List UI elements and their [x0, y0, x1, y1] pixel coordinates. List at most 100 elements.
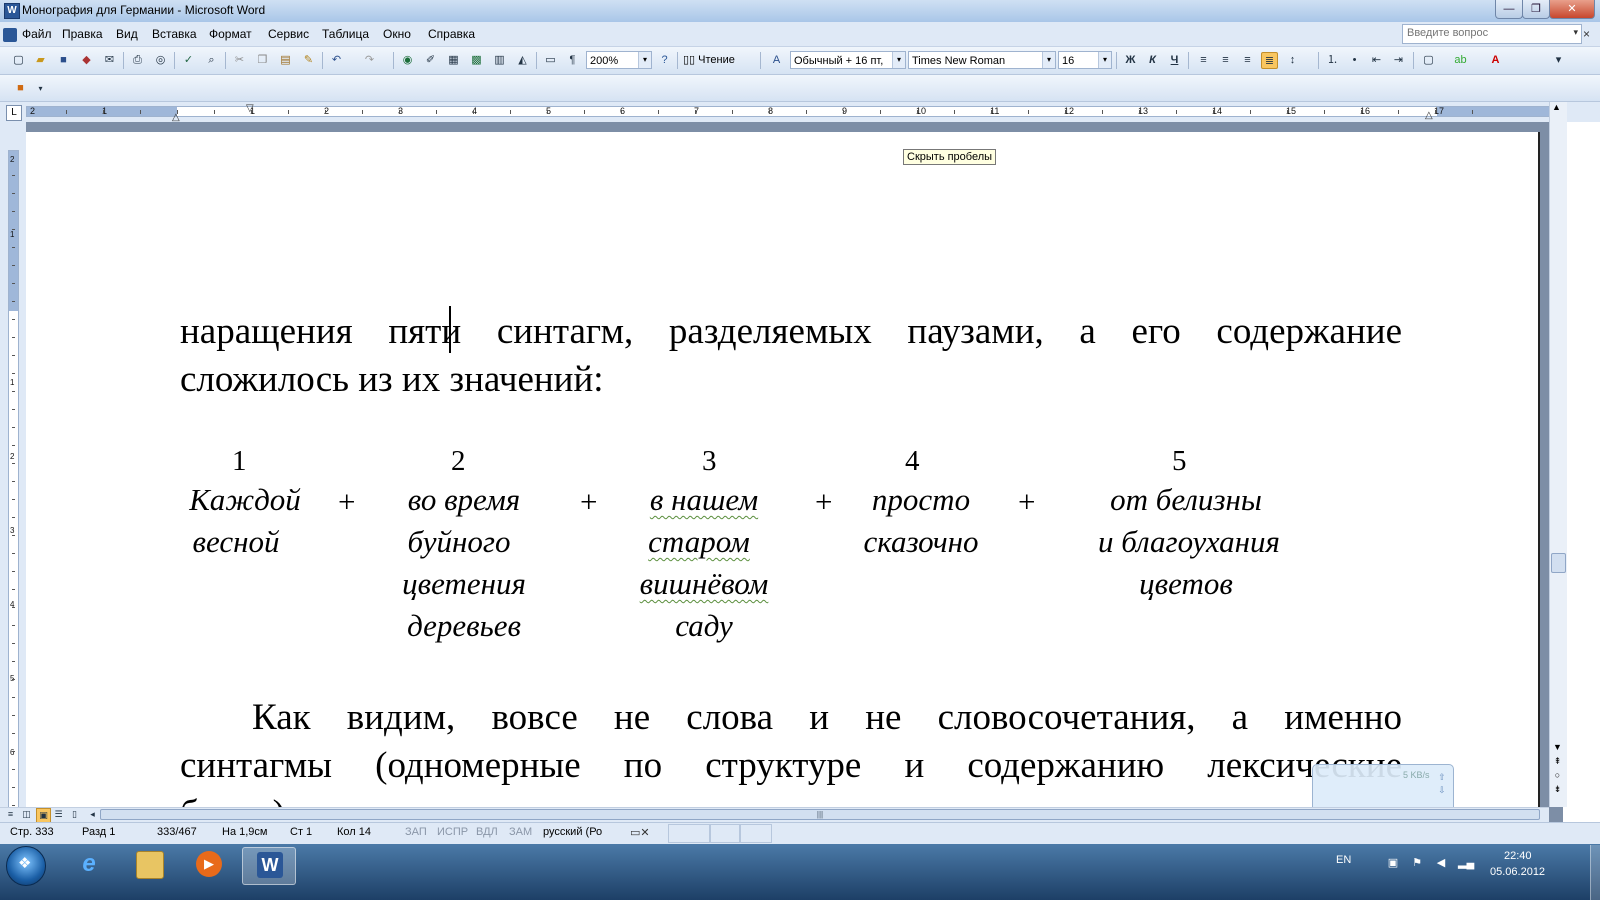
toolbar-options-icon[interactable]: ▾	[1550, 52, 1567, 69]
browse-object-icon[interactable]: ○	[1551, 768, 1564, 782]
status-overtype[interactable]: ЗАМ	[509, 826, 532, 838]
menu-file[interactable]: Файл	[22, 27, 52, 41]
menu-window[interactable]: Окно	[383, 27, 411, 41]
clock-time[interactable]: 22:40	[1504, 850, 1532, 862]
insert-excel-icon[interactable]: ▩	[468, 52, 485, 69]
line-spacing-icon[interactable]: ↕	[1284, 52, 1301, 69]
menu-table[interactable]: Таблица	[322, 27, 369, 41]
paragraph-2-line-3[interactable]: блоки)	[180, 790, 480, 807]
redo-icon[interactable]: ↷	[361, 52, 378, 69]
network-signal-icon[interactable]: ▂▄	[1458, 856, 1474, 870]
menu-help[interactable]: Справка	[428, 27, 475, 41]
format-painter-icon[interactable]: ✎	[300, 52, 317, 69]
highlight-icon[interactable]: ab	[1452, 52, 1469, 69]
vertical-scrollbar[interactable]: ▲	[1549, 102, 1567, 807]
copy-icon[interactable]: ❐	[254, 52, 271, 69]
scroll-up-icon[interactable]: ▲	[1552, 102, 1561, 112]
menu-tools[interactable]: Сервис	[268, 27, 309, 41]
print-preview-icon[interactable]: ◎	[152, 52, 169, 69]
research-icon[interactable]: ⌕	[203, 52, 220, 69]
spelling-status-icon[interactable]: ▭✕	[630, 826, 650, 839]
internet-explorer-taskbar-button[interactable]: e	[62, 847, 114, 883]
paragraph-2-line-2[interactable]: синтагмы (одномерные по структуре и соде…	[180, 742, 1402, 790]
align-right-icon[interactable]: ≡	[1239, 52, 1256, 69]
paragraph-1-line-1[interactable]: наращения пяти синтагм, разделяемых пауз…	[180, 308, 1402, 356]
paste-icon[interactable]: ▤	[277, 52, 294, 69]
addin-icon[interactable]: ■	[12, 80, 29, 97]
print-layout-icon[interactable]: ▣	[36, 808, 51, 823]
menu-view[interactable]: Вид	[116, 27, 138, 41]
toolbar-options-icon[interactable]: ▾	[32, 80, 49, 97]
menu-format[interactable]: Формат	[209, 27, 252, 41]
hyperlink-icon[interactable]: ◉	[399, 52, 416, 69]
font-size-select[interactable]: 16 ▾	[1058, 51, 1112, 69]
font-select[interactable]: Times New Roman ▾	[908, 51, 1056, 69]
maximize-button[interactable]: ❐	[1522, 0, 1550, 19]
device-icon[interactable]: ▣	[1386, 856, 1400, 870]
word-icon[interactable]: W	[4, 3, 20, 19]
email-icon[interactable]: ✉	[101, 52, 118, 69]
menu-insert[interactable]: Вставка	[152, 27, 197, 41]
menu-edit[interactable]: Правка	[62, 27, 103, 41]
reading-mode-button[interactable]: ▯▯ Чтение	[683, 53, 735, 66]
align-center-icon[interactable]: ≡	[1217, 52, 1234, 69]
spelling-flagged-text[interactable]: вишнёвом	[640, 566, 769, 601]
cut-icon[interactable]: ✂	[231, 52, 248, 69]
close-button[interactable]: ✕	[1549, 0, 1595, 19]
styles-pane-icon[interactable]: A	[768, 52, 785, 69]
chevron-down-icon[interactable]: ▾	[1573, 27, 1578, 38]
help-question-box[interactable]: ▾	[1402, 24, 1582, 44]
ruler-track[interactable]	[26, 106, 1563, 117]
language-indicator[interactable]: EN	[1336, 854, 1351, 866]
save-icon[interactable]: ■	[55, 52, 72, 69]
justify-icon[interactable]: ≣	[1261, 52, 1278, 69]
clock-date[interactable]: 05.06.2012	[1490, 866, 1545, 878]
next-page-icon[interactable]: ⇟	[1551, 782, 1564, 796]
paragraph-2-line-1[interactable]: Как видим, вовсе не слова и не словосоче…	[180, 694, 1402, 742]
font-color-icon[interactable]: A	[1487, 52, 1504, 69]
spelling-icon[interactable]: ✓	[180, 52, 197, 69]
minimize-button[interactable]: —	[1495, 0, 1523, 19]
increase-indent-icon[interactable]: ⇥	[1390, 52, 1407, 69]
tables-borders-icon[interactable]: ✐	[422, 52, 439, 69]
new-document-icon[interactable]: ▢	[10, 52, 27, 69]
drawing-icon[interactable]: ◭	[514, 52, 531, 69]
decrease-indent-icon[interactable]: ⇤	[1368, 52, 1385, 69]
horizontal-scrollbar-thumb[interactable]: |||	[100, 809, 1540, 820]
word-taskbar-button[interactable]: W	[242, 847, 296, 885]
scroll-left-icon[interactable]: ◂	[86, 808, 99, 821]
document-map-icon[interactable]: ▭	[542, 52, 559, 69]
align-left-icon[interactable]: ≡	[1195, 52, 1212, 69]
style-select[interactable]: Обычный + 16 пт, ▾	[790, 51, 906, 69]
web-view-icon[interactable]: ◫	[20, 808, 33, 821]
tab-selector[interactable]: L	[6, 105, 22, 121]
action-center-flag-icon[interactable]: ⚑	[1410, 856, 1424, 870]
bold-button[interactable]: Ж	[1122, 52, 1139, 69]
explorer-taskbar-button[interactable]	[122, 847, 174, 883]
vertical-scrollbar-thumb[interactable]	[1551, 553, 1566, 573]
italic-button[interactable]: К	[1144, 52, 1161, 69]
help-question-input[interactable]	[1403, 25, 1569, 41]
chevron-down-icon[interactable]: ▾	[638, 52, 651, 68]
chevron-down-icon[interactable]: ▾	[1098, 52, 1111, 68]
permission-icon[interactable]: ◆	[78, 52, 95, 69]
status-language[interactable]: русский (Ро	[543, 826, 602, 838]
underline-button[interactable]: Ч	[1166, 52, 1183, 69]
volume-icon[interactable]: ◀	[1434, 856, 1448, 870]
page-gap[interactable]	[26, 122, 1538, 132]
start-button[interactable]: ❖	[6, 846, 46, 886]
scroll-down-icon[interactable]: ▼	[1551, 740, 1564, 754]
browse-object-controls[interactable]: ▼ ⇞ ○ ⇟	[1551, 740, 1564, 796]
borders-icon[interactable]: ▢	[1420, 52, 1437, 69]
bullets-icon[interactable]: •	[1346, 52, 1363, 69]
close-document-button[interactable]: ×	[1583, 27, 1590, 41]
columns-icon[interactable]: ▥	[491, 52, 508, 69]
open-folder-icon[interactable]: ▰	[32, 52, 49, 69]
spelling-flagged-text[interactable]: старом	[648, 524, 750, 559]
first-line-indent-marker[interactable]: ▽	[246, 103, 254, 114]
spelling-flagged-text[interactable]: в нашем	[650, 482, 758, 517]
right-indent-marker[interactable]: △	[1425, 110, 1433, 121]
previous-page-icon[interactable]: ⇞	[1551, 754, 1564, 768]
outline-view-icon[interactable]: ☰	[52, 808, 65, 821]
media-player-taskbar-button[interactable]: ▶	[182, 847, 234, 883]
